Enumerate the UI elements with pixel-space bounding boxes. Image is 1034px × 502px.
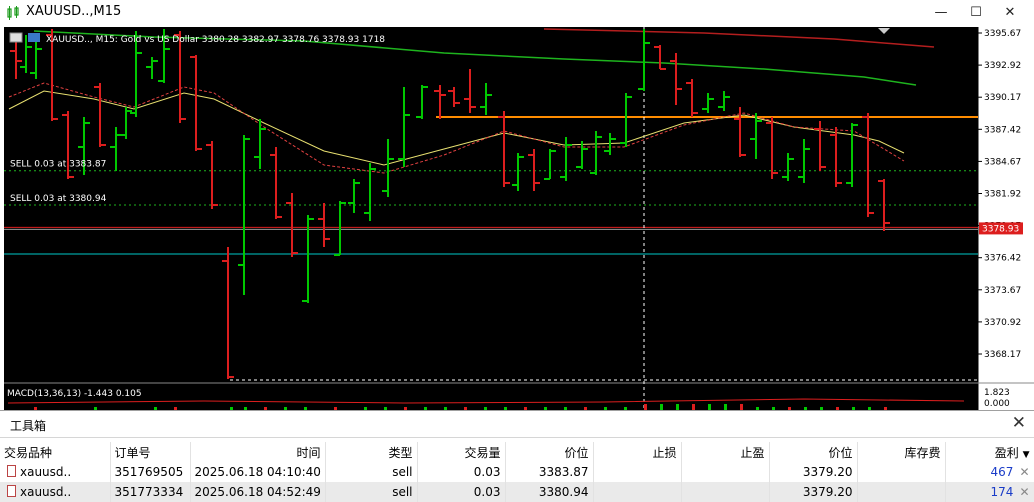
table-row[interactable]: xauusd.. 351773334 2025.06.18 04:52:49 s… — [0, 482, 1034, 502]
toolbox-panel: 工具箱 ✕ 交易品种 订单号 时间 类型 交易量 价位 止损 止盈 价位 库存费… — [0, 410, 1034, 502]
chart-header: XAUUSD.., M15: Gold vs US Dollar 3380.28… — [46, 35, 385, 45]
toolbox-close-icon[interactable]: ✕ — [1012, 413, 1026, 433]
col-time[interactable]: 时间 — [190, 442, 326, 462]
col-tp[interactable]: 止盈 — [681, 442, 770, 462]
close-order-icon[interactable]: ✕ — [1019, 485, 1029, 499]
price-label: 3384.67 — [984, 157, 1021, 167]
row-symbol: xauusd.. — [0, 482, 111, 502]
col-price[interactable]: 价位 — [505, 442, 594, 462]
one-click-trading-icon — [9, 32, 23, 43]
price-label: 3381.92 — [984, 190, 1021, 200]
row-profit: 174 ✕ — [945, 482, 1034, 502]
row-swap — [857, 462, 946, 482]
price-label: 3387.42 — [984, 125, 1021, 135]
row-sl[interactable] — [593, 482, 682, 502]
row-type: sell — [325, 462, 418, 482]
price-label: 3368.17 — [984, 350, 1021, 360]
macd-scale-zero: 0.000 — [984, 399, 1010, 409]
chart-background — [4, 27, 1034, 410]
row-tp[interactable] — [681, 462, 770, 482]
row-price: 3383.87 — [505, 462, 594, 482]
chart-candles-icon — [7, 6, 19, 20]
col-volume[interactable]: 交易量 — [417, 442, 506, 462]
row-type: sell — [325, 482, 418, 502]
row-tp[interactable] — [681, 482, 770, 502]
row-symbol: xauusd.. — [0, 462, 111, 482]
col-order[interactable]: 订单号 — [110, 442, 191, 462]
window-title: XAUUSD..,M15 — [26, 4, 122, 19]
close-order-icon[interactable]: ✕ — [1019, 465, 1029, 479]
minimize-button[interactable]: — — [925, 0, 957, 26]
orders-table: 交易品种 订单号 时间 类型 交易量 价位 止损 止盈 价位 库存费 盈利 ▼ … — [0, 442, 1034, 502]
trade-panel-icon — [28, 33, 40, 42]
row-time: 2025.06.18 04:52:49 — [190, 482, 326, 502]
sort-down-icon: ▼ — [1022, 449, 1030, 460]
price-label: 3392.92 — [984, 61, 1021, 71]
price-chart[interactable]: 3395.67 3392.92 3390.17 3387.42 3384.67 3381.… — [4, 27, 1034, 410]
col-type[interactable]: 类型 — [325, 442, 418, 462]
row-volume: 0.03 — [417, 482, 506, 502]
col-profit[interactable]: 盈利 ▼ — [945, 442, 1034, 462]
row-current-price: 3379.20 — [769, 462, 858, 482]
chart-canvas[interactable]: 3395.67 3392.92 3390.17 3387.42 3384.67 3381.… — [4, 27, 1034, 410]
toolbox-header: 工具箱 ✕ — [0, 411, 1034, 438]
price-label: 3390.17 — [984, 93, 1021, 103]
price-axis — [978, 27, 1034, 383]
current-price-label: 3378.93 — [982, 224, 1019, 234]
row-swap — [857, 482, 946, 502]
order-doc-icon — [7, 485, 16, 497]
macd-scale-top: 1.823 — [984, 388, 1010, 398]
col-symbol[interactable]: 交易品种 — [0, 442, 111, 462]
macd-label: MACD(13,36,13) -1.443 0.105 — [7, 389, 142, 399]
row-time: 2025.06.18 04:10:40 — [190, 462, 326, 482]
col-swap[interactable]: 库存费 — [857, 442, 946, 462]
order-label-2: SELL 0.03 at 3380.94 — [10, 194, 107, 204]
window-titlebar: XAUUSD..,M15 — ☐ ✕ — [0, 0, 1034, 26]
row-sl[interactable] — [593, 462, 682, 482]
maximize-button[interactable]: ☐ — [960, 0, 992, 26]
row-profit: 467 ✕ — [945, 462, 1034, 482]
row-volume: 0.03 — [417, 462, 506, 482]
price-label: 3376.42 — [984, 254, 1021, 264]
row-order: 351773334 — [110, 482, 191, 502]
table-header-row: 交易品种 订单号 时间 类型 交易量 价位 止损 止盈 价位 库存费 盈利 ▼ — [0, 442, 1034, 462]
order-doc-icon — [7, 465, 16, 477]
toolbox-title: 工具箱 — [10, 419, 47, 433]
table-row[interactable]: xauusd.. 351769505 2025.06.18 04:10:40 s… — [0, 462, 1034, 482]
row-price: 3380.94 — [505, 482, 594, 502]
price-label: 3373.67 — [984, 286, 1021, 296]
row-current-price: 3379.20 — [769, 482, 858, 502]
row-order: 351769505 — [110, 462, 191, 482]
price-label: 3370.92 — [984, 318, 1021, 328]
col-current-price[interactable]: 价位 — [769, 442, 858, 462]
col-sl[interactable]: 止损 — [593, 442, 682, 462]
order-label-1: SELL 0.03 at 3383.87 — [10, 160, 106, 170]
price-label: 3395.67 — [984, 29, 1021, 39]
close-button[interactable]: ✕ — [994, 0, 1026, 26]
